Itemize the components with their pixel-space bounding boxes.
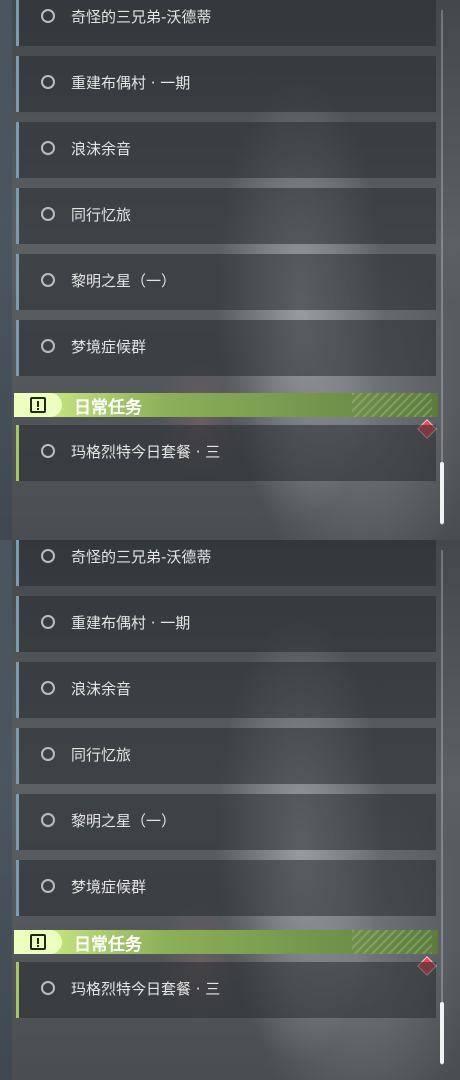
empty-circle-icon <box>41 981 55 995</box>
scrollbar-track[interactable] <box>441 10 443 525</box>
quest-item[interactable]: 黎明之星（一） <box>16 794 436 850</box>
quest-item[interactable]: 重建布偶村 · 一期 <box>16 596 436 652</box>
scrollbar-thumb[interactable] <box>440 462 444 524</box>
quest-item[interactable]: 浪沫余音 <box>16 662 436 718</box>
empty-circle-icon <box>41 615 55 629</box>
empty-circle-icon <box>41 273 55 287</box>
alert-box-icon <box>30 934 46 950</box>
empty-circle-icon <box>41 879 55 893</box>
quest-title: 玛格烈特今日套餐 · 三 <box>71 980 221 998</box>
quest-item[interactable]: 梦境症候群 <box>16 320 436 376</box>
empty-circle-icon <box>41 141 55 155</box>
daily-quest-item[interactable]: 玛格烈特今日套餐 · 三 <box>16 425 436 481</box>
quest-item[interactable]: 奇怪的三兄弟-沃德蒂 <box>16 540 436 586</box>
scrollbar-track[interactable] <box>441 550 443 1065</box>
quest-item[interactable]: 同行忆旅 <box>16 188 436 244</box>
quest-title: 同行忆旅 <box>71 746 132 764</box>
quest-item[interactable]: 重建布偶村 · 一期 <box>16 56 436 112</box>
quest-title: 重建布偶村 · 一期 <box>71 74 191 92</box>
empty-circle-icon <box>41 747 55 761</box>
empty-circle-icon <box>41 9 55 23</box>
quest-title: 浪沫余音 <box>71 140 132 158</box>
quest-title: 奇怪的三兄弟-沃德蒂 <box>71 8 212 26</box>
quest-title: 梦境症候群 <box>71 878 147 896</box>
header-decoration <box>352 930 432 954</box>
quest-title: 重建布偶村 · 一期 <box>71 614 191 632</box>
empty-circle-icon <box>41 549 55 563</box>
quest-title: 梦境症候群 <box>71 338 147 356</box>
quest-title: 浪沫余音 <box>71 680 132 698</box>
quest-item[interactable]: 同行忆旅 <box>16 728 436 784</box>
quest-item[interactable]: 浪沫余音 <box>16 122 436 178</box>
daily-quest-title: 日常任务 <box>74 398 142 418</box>
daily-quest-header[interactable]: 日常任务 <box>14 930 438 955</box>
quest-panel-top: 奇怪的三兄弟-沃德蒂 重建布偶村 · 一期 浪沫余音 同行忆旅 黎明之星（一） … <box>0 0 460 540</box>
scrollbar-thumb[interactable] <box>440 1002 444 1064</box>
empty-circle-icon <box>41 339 55 353</box>
empty-circle-icon <box>41 813 55 827</box>
header-badge <box>14 930 62 954</box>
quest-item[interactable]: 奇怪的三兄弟-沃德蒂 <box>16 0 436 46</box>
empty-circle-icon <box>41 444 55 458</box>
quest-title: 同行忆旅 <box>71 206 132 224</box>
alert-box-icon <box>30 397 46 413</box>
daily-quest-item[interactable]: 玛格烈特今日套餐 · 三 <box>16 962 436 1018</box>
quest-title: 黎明之星（一） <box>71 812 177 830</box>
quest-item[interactable]: 黎明之星（一） <box>16 254 436 310</box>
header-decoration <box>352 393 432 417</box>
empty-circle-icon <box>41 681 55 695</box>
empty-circle-icon <box>41 207 55 221</box>
quest-panel-bottom: 奇怪的三兄弟-沃德蒂 重建布偶村 · 一期 浪沫余音 同行忆旅 黎明之星（一） … <box>0 540 460 1080</box>
header-badge <box>14 393 62 417</box>
daily-quest-header[interactable]: 日常任务 <box>14 393 438 418</box>
quest-title: 黎明之星（一） <box>71 272 177 290</box>
quest-title: 玛格烈特今日套餐 · 三 <box>71 443 221 461</box>
quest-item[interactable]: 梦境症候群 <box>16 860 436 916</box>
quest-title: 奇怪的三兄弟-沃德蒂 <box>71 548 212 566</box>
daily-quest-title: 日常任务 <box>74 935 142 955</box>
empty-circle-icon <box>41 75 55 89</box>
